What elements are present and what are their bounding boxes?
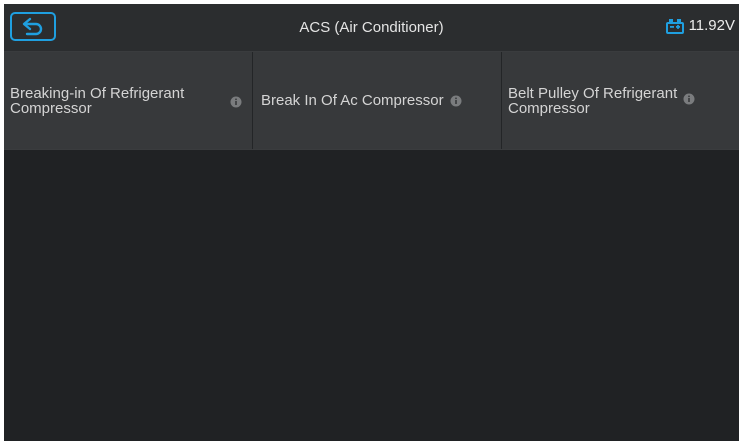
menu-item-label: Belt Pulley Of Refrigerant Compressor [508,86,677,116]
menu-item-break-in-ac-compressor[interactable]: Break In Of Ac Compressor [252,52,501,149]
voltage-value: 11.92V [688,17,735,34]
info-icon[interactable] [450,95,462,107]
menu-item-breaking-in-refrigerant-compressor[interactable]: Breaking-in Of Refrigerant Compressor [4,52,252,149]
menu-item-label: Break In Of Ac Compressor [261,92,444,109]
info-icon[interactable] [683,93,695,105]
function-menu: Breaking-in Of Refrigerant Compressor Br… [4,52,739,150]
app-screen: ACS (Air Conditioner) 11.92V Breaking-in… [4,4,739,441]
info-icon[interactable] [230,96,242,108]
top-bar: ACS (Air Conditioner) 11.92V [4,4,739,52]
menu-item-label: Breaking-in Of Refrigerant Compressor [10,86,184,116]
battery-voltage: 11.92V [665,17,735,34]
menu-item-label-line1: Belt Pulley Of Refrigerant [508,84,678,102]
menu-item-label-line1: Breaking-in Of Refrigerant [10,84,185,102]
car-battery-icon [665,17,685,34]
menu-item-label-line2: Compressor [10,99,92,117]
menu-item-content: Belt Pulley Of Refrigerant Compressor [508,86,695,116]
page-title: ACS (Air Conditioner) [299,19,444,36]
menu-item-belt-pulley-refrigerant-compressor[interactable]: Belt Pulley Of Refrigerant Compressor [501,52,739,149]
menu-item-label-line2: Compressor [508,99,590,117]
